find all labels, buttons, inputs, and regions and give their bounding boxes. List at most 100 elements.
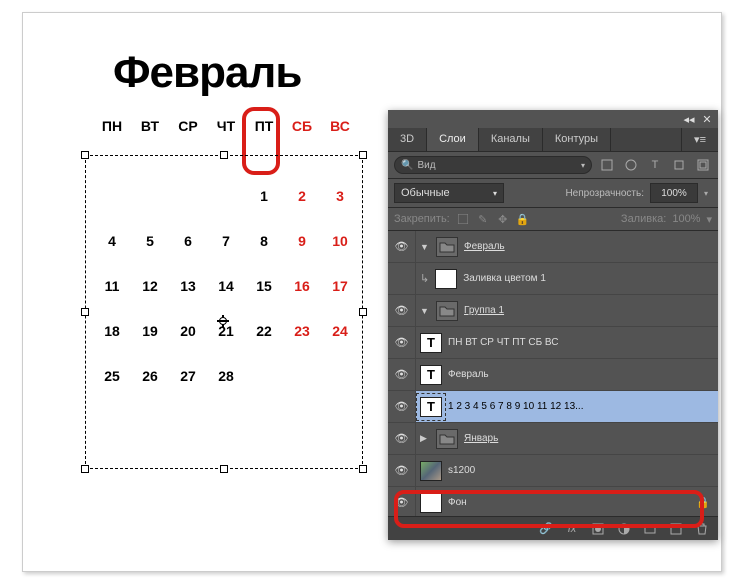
visibility-toggle[interactable]: 👁 [388,359,416,390]
link-layers-icon[interactable]: 🔗 [538,521,554,537]
type-layer-icon: T [420,333,442,353]
folder-icon [436,301,458,321]
handle-s[interactable] [220,465,228,473]
layer-name[interactable]: Группа 1 [464,305,504,316]
day-cell: 3 [321,188,359,204]
handle-se[interactable] [359,465,367,473]
layer-name[interactable]: 1 2 3 4 5 6 7 8 9 10 11 12 13... [448,401,583,412]
handle-nw[interactable] [81,151,89,159]
visibility-toggle[interactable]: 👁 [388,423,416,454]
panel-tabs: 3D Слои Каналы Контуры ▾≡ [388,128,718,152]
tab-3d[interactable]: 3D [388,128,427,151]
filter-smart-icon[interactable] [694,156,712,174]
panel-topbar: ◂◂ ✕ [388,110,718,128]
panel-menu-icon[interactable]: ▾≡ [682,128,718,151]
layer-background[interactable]: 👁 Фон🔒 [388,487,718,519]
day-cell: 4 [93,233,131,249]
clip-icon: ↳ [420,272,429,285]
fill-input[interactable]: 100% [672,213,700,225]
layers-footer: 🔗 fx [388,516,718,540]
day-cell: 15 [245,278,283,294]
filter-pixel-icon[interactable] [598,156,616,174]
visibility-toggle[interactable] [388,263,416,294]
layer-name[interactable]: Февраль [464,241,505,252]
layer-name[interactable]: s1200 [448,465,475,476]
disclosure-triangle-icon[interactable]: ▼ [420,242,430,252]
filter-shape-icon[interactable] [670,156,688,174]
adjustment-icon[interactable] [616,521,632,537]
visibility-toggle[interactable]: 👁 [388,391,416,422]
mask-icon[interactable] [590,521,606,537]
type-layer-icon: T [420,397,442,417]
folder-icon [436,429,458,449]
layer-thumb [420,493,442,513]
filter-kind-label: Вид [417,160,435,171]
layer-group-1[interactable]: 👁 ▼ Группа 1 [388,295,718,327]
tab-paths[interactable]: Контуры [543,128,611,151]
month-title: Февраль [113,48,301,98]
day-cell: 22 [245,323,283,339]
fill-label: Заливка: [621,213,666,225]
layer-name[interactable]: Фон [448,497,467,508]
day-cell: 16 [283,278,321,294]
blend-mode-select[interactable]: Обычные▾ [394,183,504,203]
lock-brush-icon[interactable]: ✎ [476,212,490,226]
fx-icon[interactable]: fx [564,521,580,537]
handle-e[interactable] [359,308,367,316]
handle-w[interactable] [81,308,89,316]
handle-n[interactable] [220,151,228,159]
opacity-input[interactable]: 100% [650,183,698,203]
chevron-down-icon: ▾ [581,161,585,170]
visibility-toggle[interactable]: 👁 [388,327,416,358]
day-cell: 18 [93,323,131,339]
tab-channels[interactable]: Каналы [479,128,543,151]
layer-group-january[interactable]: 👁 ▶ Январь [388,423,718,455]
new-layer-icon[interactable] [668,521,684,537]
visibility-toggle[interactable]: 👁 [388,295,416,326]
layer-text-numbers[interactable]: 👁 T 1 2 3 4 5 6 7 8 9 10 11 12 13... [388,391,718,423]
handle-ne[interactable] [359,151,367,159]
group-icon[interactable] [642,521,658,537]
day-cell: 14 [207,278,245,294]
day-cell: 2 [283,188,321,204]
folder-icon [436,237,458,257]
layer-group-february[interactable]: 👁 ▼ Февраль [388,231,718,263]
layer-s1200[interactable]: 👁 s1200 [388,455,718,487]
handle-sw[interactable] [81,465,89,473]
disclosure-triangle-icon[interactable]: ▼ [420,306,430,316]
filter-kind-select[interactable]: 🔍 Вид ▾ [394,156,592,174]
dow-cell: ЧТ [207,118,245,134]
layer-name[interactable]: ПН ВТ СР ЧТ ПТ СБ ВС [448,337,559,348]
day-cell: 27 [169,368,207,384]
layer-name[interactable]: Февраль [448,369,489,380]
collapse-icon[interactable]: ◂◂ [684,114,694,124]
layer-text-dow[interactable]: 👁 T ПН ВТ СР ЧТ ПТ СБ ВС [388,327,718,359]
opacity-chevron-icon[interactable]: ▾ [704,189,712,198]
delete-icon[interactable] [694,521,710,537]
search-icon: 🔍 [401,160,413,171]
transform-anchor[interactable] [217,315,229,327]
layer-name[interactable]: Заливка цветом 1 [463,273,546,284]
visibility-toggle[interactable]: 👁 [388,455,416,486]
layers-panel: ◂◂ ✕ 3D Слои Каналы Контуры ▾≡ 🔍 Вид ▾ T… [388,110,718,540]
layer-text-february[interactable]: 👁 TФевраль [388,359,718,391]
blend-mode-value: Обычные [401,187,450,199]
layer-name[interactable]: Январь [464,433,498,444]
day-cell: 11 [93,278,131,294]
layers-list: 👁 ▼ Февраль ↳ Заливка цветом 1 👁 ▼ Группа 1… [388,231,718,525]
tab-layers[interactable]: Слои [427,128,479,151]
day-cell: 28 [207,368,245,384]
filter-adjust-icon[interactable] [622,156,640,174]
lock-all-icon[interactable]: 🔒 [516,212,530,226]
layer-color-fill[interactable]: ↳ Заливка цветом 1 [388,263,718,295]
visibility-toggle[interactable]: 👁 [388,487,416,518]
lock-pixels-icon[interactable] [456,212,470,226]
close-icon[interactable]: ✕ [702,114,712,124]
visibility-toggle[interactable]: 👁 [388,231,416,262]
disclosure-triangle-icon[interactable]: ▶ [420,433,430,444]
filter-type-icon[interactable]: T [646,156,664,174]
lock-position-icon[interactable]: ✥ [496,212,510,226]
calendar-grid: 1234567891011121314151617181920212223242… [93,173,359,398]
day-cell: 17 [321,278,359,294]
fill-chevron-icon[interactable]: ▾ [706,213,712,226]
